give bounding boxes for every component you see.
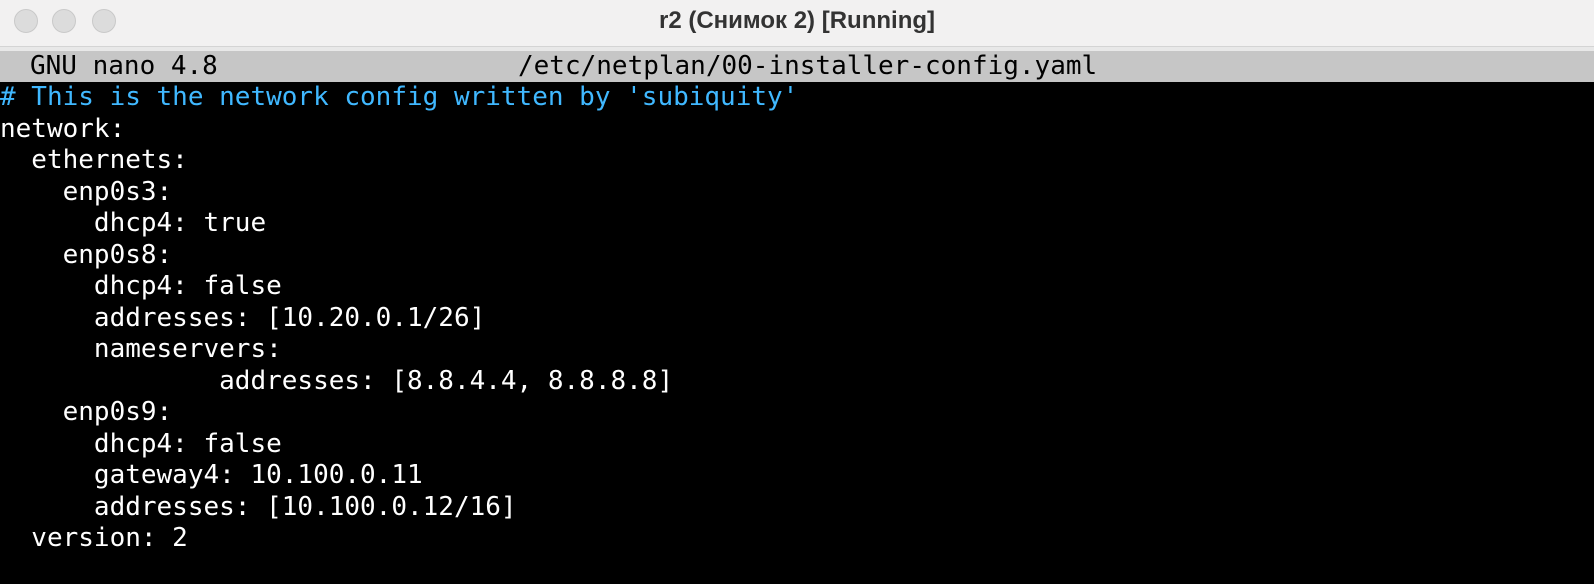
window-titlebar[interactable]: r2 (Снимок 2) [Running]: [0, 0, 1594, 47]
file-line: nameservers:: [0, 334, 282, 364]
nano-filename: /etc/netplan/00-installer-config.yaml: [518, 51, 1098, 81]
file-line-comment: # This is the network config written by …: [0, 82, 799, 112]
nano-header-bar: GNU nano 4.8 /etc/netplan/00-installer-c…: [0, 51, 1594, 82]
file-line: dhcp4: false: [0, 428, 282, 459]
window-title: r2 (Снимок 2) [Running]: [659, 7, 935, 34]
file-line: addresses: [10.100.0.12/16]: [0, 491, 517, 522]
file-line: network:: [0, 113, 126, 144]
file-line: enp0s3:: [0, 176, 173, 207]
file-line: dhcp4: true: [0, 208, 267, 238]
file-line: version: 2: [0, 523, 188, 553]
editor-area[interactable]: # This is the network config written by …: [0, 82, 1594, 582]
nano-version: GNU nano 4.8: [30, 51, 218, 81]
file-line: ethernets:: [0, 145, 188, 175]
file-line: addresses: [10.20.0.1/26]: [0, 302, 486, 333]
file-line: dhcp4: false: [0, 271, 282, 301]
file-line: addresses: [8.8.4.4, 8.8.8.8]: [0, 365, 674, 396]
vm-window: r2 (Снимок 2) [Running] GNU nano 4.8 /et…: [0, 0, 1594, 584]
file-line: gateway4: 10.100.0.11: [0, 460, 423, 490]
file-line: enp0s9:: [0, 397, 173, 427]
file-line: enp0s8:: [0, 239, 173, 270]
